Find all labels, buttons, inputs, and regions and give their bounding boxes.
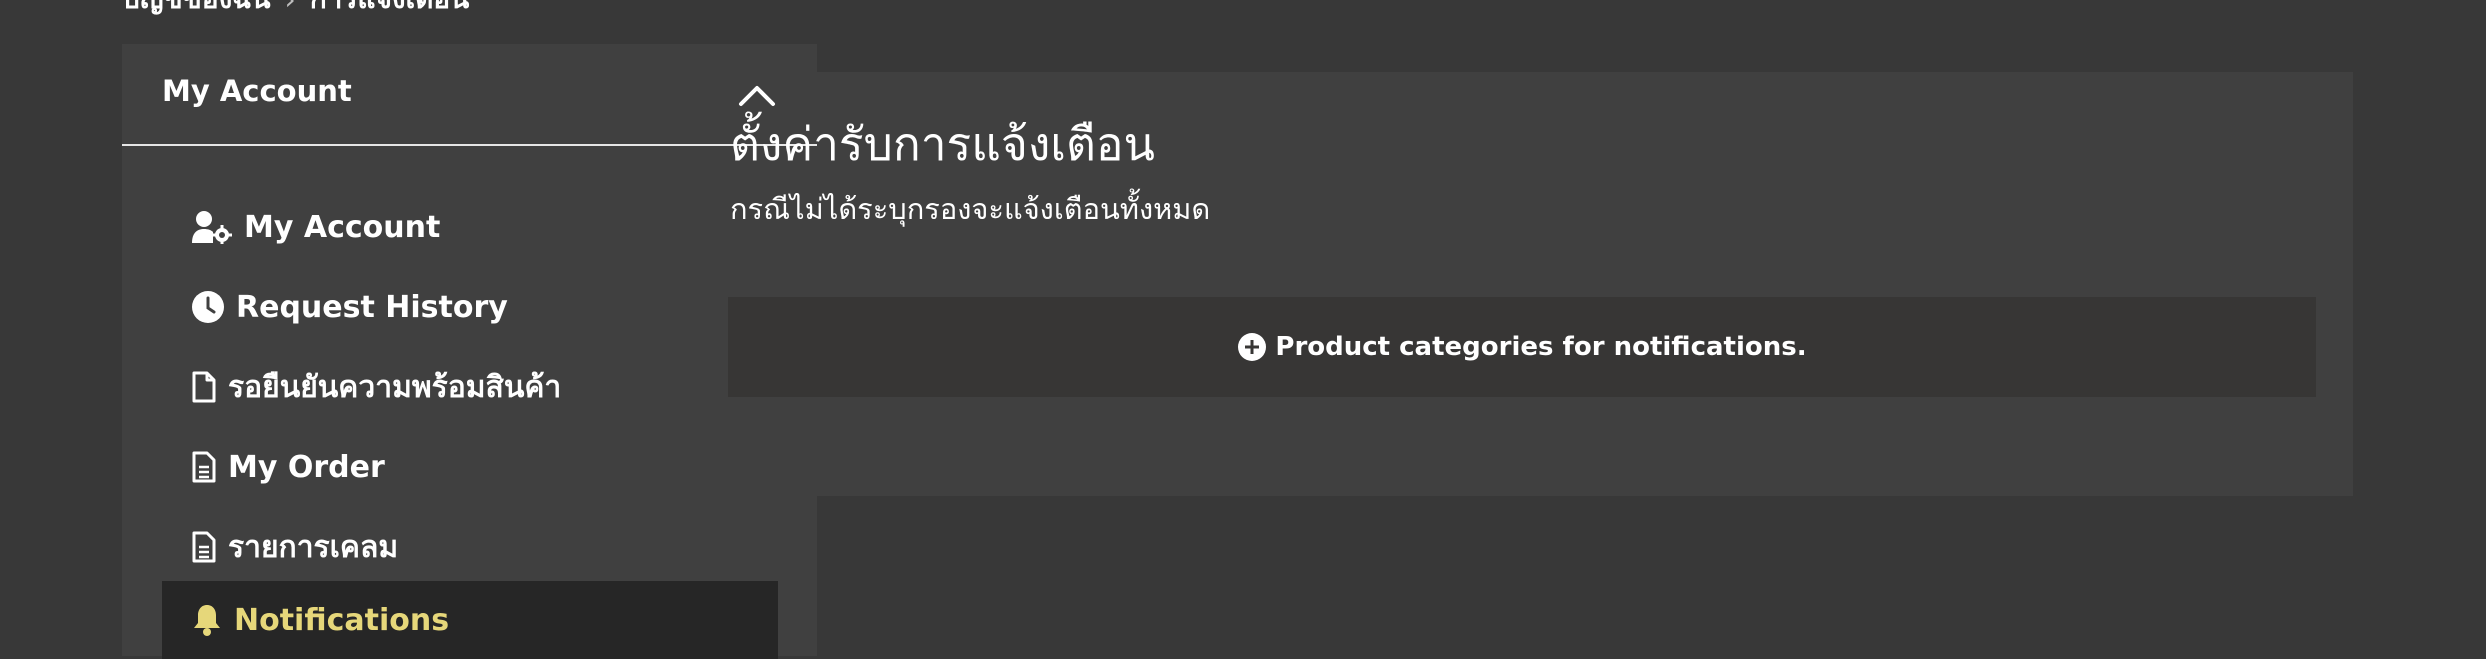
sidebar-item-label: รอยืนยันความพร้อมสินค้า [228, 369, 562, 405]
sidebar-item-my-order[interactable]: My Order [162, 428, 778, 506]
plus-circle-icon [1238, 333, 1267, 361]
sidebar-item-label: Request History [236, 289, 508, 325]
page-subtitle: กรณีไม่ได้ระบุกรองจะแจ้งเตือนทั้งหมด [730, 192, 1211, 226]
sidebar-title: My Account [162, 74, 352, 108]
file-lines-icon [192, 531, 216, 563]
file-lines-icon [192, 451, 216, 483]
page-title: ตั้งค่ารับการแจ้งเตือน [730, 117, 1155, 171]
sidebar-item-label: รายการเคลม [228, 529, 399, 565]
file-icon [192, 371, 216, 403]
sidebar-item-awaiting-confirmation[interactable]: รอยืนยันความพร้อมสินค้า [162, 348, 778, 426]
sidebar-item-label: My Account [244, 209, 441, 245]
sidebar-item-claims[interactable]: รายการเคลม [162, 508, 778, 586]
sidebar-header[interactable]: My Account [122, 44, 817, 146]
add-product-category-button[interactable]: Product categories for notifications. [728, 297, 2316, 397]
sidebar-item-request-history[interactable]: Request History [162, 268, 778, 346]
user-gear-icon [192, 211, 232, 244]
add-category-label: Product categories for notifications. [1275, 332, 1807, 362]
sidebar: My Account My Account Request History รอ… [122, 44, 817, 659]
breadcrumb-current: การแจ้งเตือน [310, 0, 470, 21]
chevron-up-icon[interactable] [737, 82, 777, 108]
sidebar-item-label: Notifications [234, 602, 450, 638]
breadcrumb-parent[interactable]: บัญชีของฉัน [122, 0, 270, 21]
breadcrumb: บัญชีของฉัน › การแจ้งเตือน [122, 0, 469, 16]
bell-icon [194, 605, 220, 636]
sidebar-item-label: My Order [228, 449, 385, 485]
sidebar-item-notifications[interactable]: Notifications [162, 581, 778, 659]
sidebar-item-my-account[interactable]: My Account [162, 188, 778, 266]
clock-icon [192, 291, 224, 323]
breadcrumb-separator: › [284, 0, 295, 16]
